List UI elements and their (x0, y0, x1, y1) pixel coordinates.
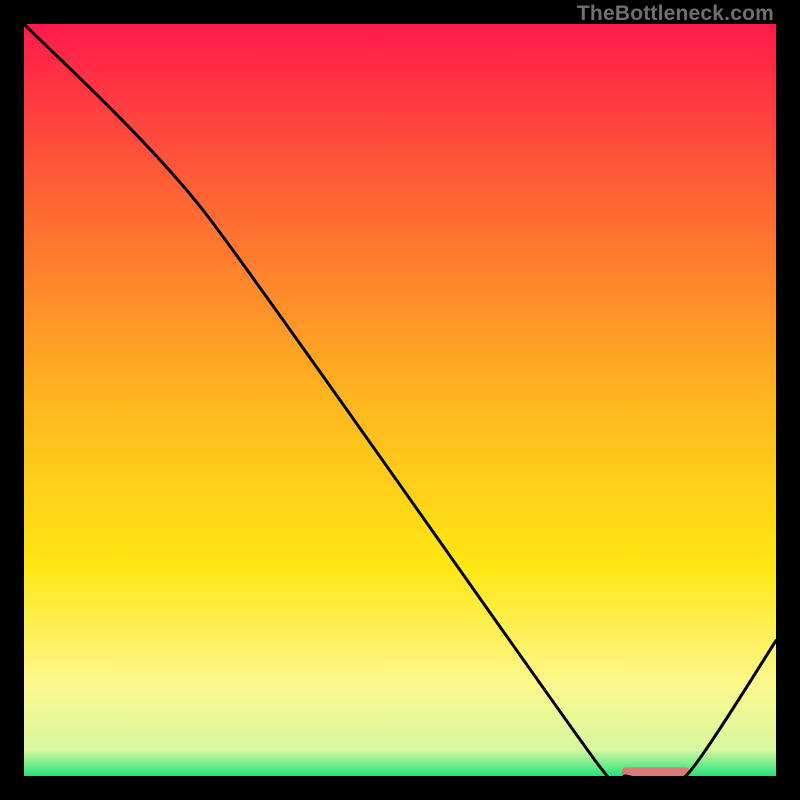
watermark: TheBottleneck.com (577, 2, 774, 26)
min-marker (622, 767, 690, 776)
chart-svg (24, 24, 776, 776)
plot-area (24, 24, 776, 776)
chart-frame: TheBottleneck.com (0, 0, 800, 800)
